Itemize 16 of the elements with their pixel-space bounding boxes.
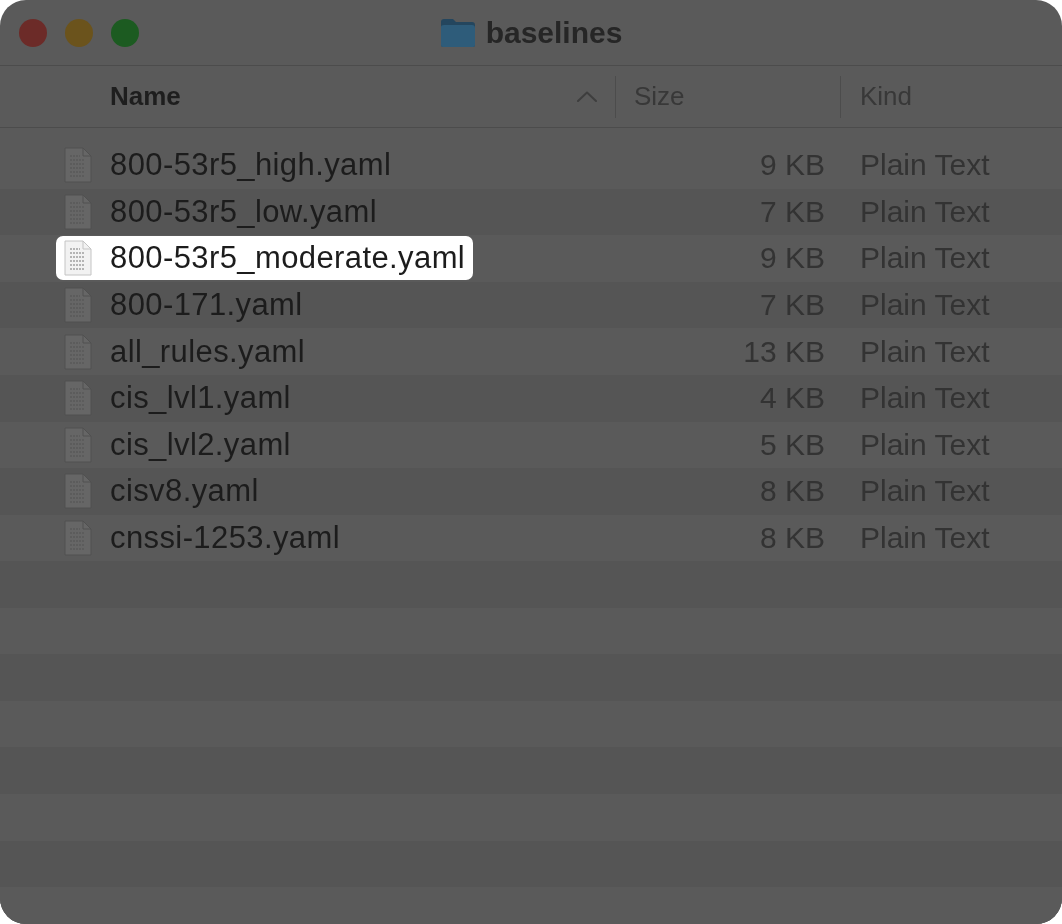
folder-icon (439, 17, 476, 48)
file-name: 800-171.yaml (110, 287, 303, 324)
minimize-button[interactable] (65, 18, 93, 47)
file-name: cis_lvl1.yaml (110, 380, 291, 417)
document-icon (64, 240, 92, 277)
file-name: cisv8.yaml (110, 473, 259, 510)
zoom-button[interactable] (111, 18, 139, 47)
file-name: 800-53r5_low.yaml (110, 193, 377, 230)
file-name: cis_lvl2.yaml (110, 426, 291, 463)
sort-caret-icon[interactable] (577, 91, 597, 102)
file-name: 800-53r5_moderate.yaml (110, 240, 466, 277)
file-name: all_rules.yaml (110, 333, 306, 370)
file-name: cnssi-1253.yaml (110, 520, 340, 557)
close-button[interactable] (19, 18, 47, 47)
file-name: 800-53r5_high.yaml (110, 147, 392, 184)
column-header[interactable]: Name (110, 81, 181, 112)
